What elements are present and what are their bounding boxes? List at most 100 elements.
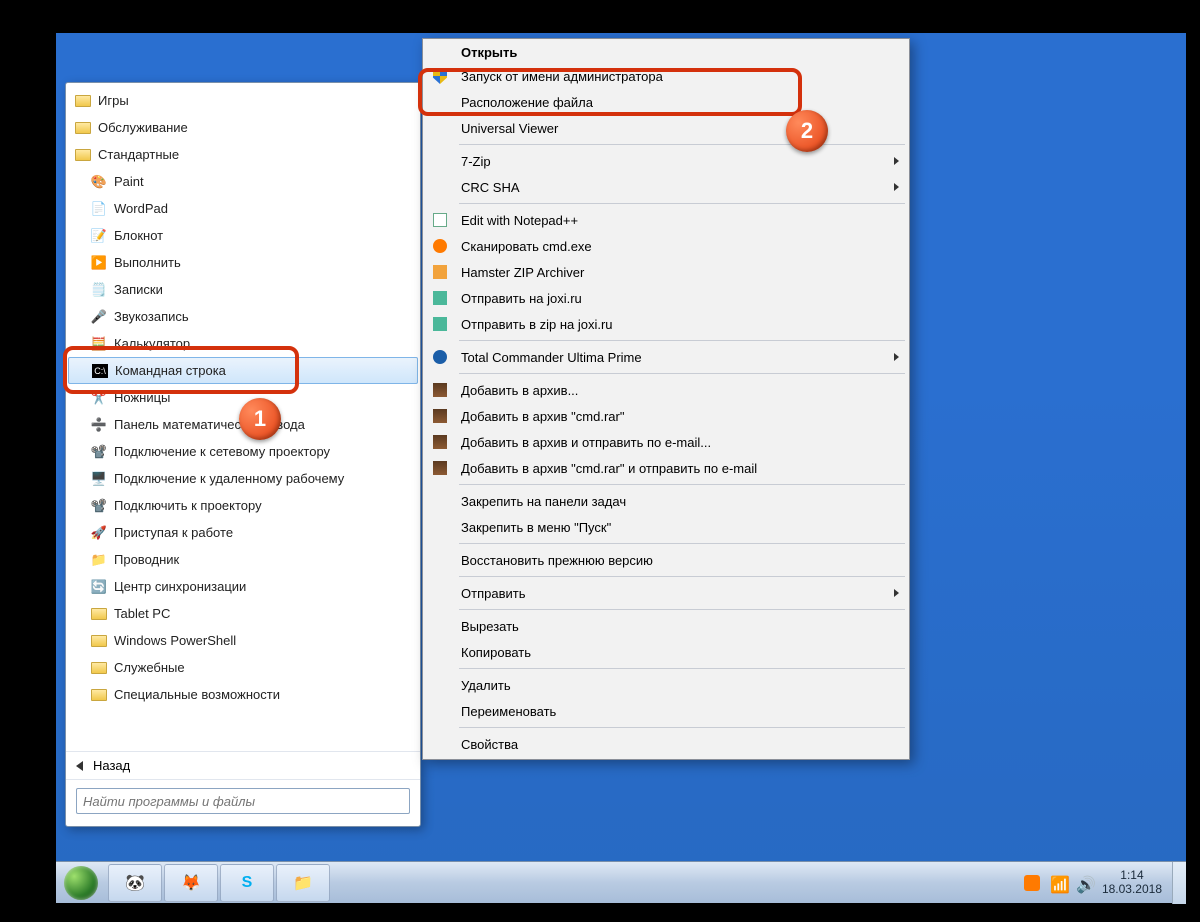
explorer-icon: 📁	[293, 873, 313, 893]
show-desktop-button[interactable]	[1172, 862, 1186, 904]
app-calculator[interactable]: 🧮Калькулятор	[68, 330, 418, 357]
tray-clock[interactable]: 1:14 18.03.2018	[1102, 869, 1162, 897]
ctx-delete[interactable]: Удалить	[425, 672, 907, 698]
app-cmd[interactable]: C:\Командная строка	[68, 357, 418, 384]
ctx-hamster[interactable]: Hamster ZIP Archiver	[425, 259, 907, 285]
back-button[interactable]: Назад	[66, 751, 420, 779]
ctx-properties[interactable]: Свойства	[425, 731, 907, 757]
ctx-pin-taskbar[interactable]: Закрепить на панели задач	[425, 488, 907, 514]
item-label: Командная строка	[115, 363, 226, 378]
folder-games[interactable]: Игры	[68, 87, 418, 114]
app-connectprojector[interactable]: 📽️Подключить к проектору	[68, 492, 418, 519]
app-wordpad[interactable]: 📄WordPad	[68, 195, 418, 222]
search-row	[66, 779, 420, 826]
ctx-joxi[interactable]: Отправить на joxi.ru	[425, 285, 907, 311]
paint-icon: 🎨	[90, 173, 108, 191]
taskbar-firefox[interactable]: 🦊	[164, 864, 218, 902]
app-stickynotes[interactable]: 🗒️Записки	[68, 276, 418, 303]
app-notepad[interactable]: 📝 Блокнот	[68, 222, 418, 249]
run-icon: ▶️	[90, 254, 108, 272]
notepad-icon: 📝	[90, 227, 108, 245]
item-label: Звукозапись	[114, 309, 189, 324]
taskbar-skype[interactable]: S	[220, 864, 274, 902]
ctx-pin-start[interactable]: Закрепить в меню "Пуск"	[425, 514, 907, 540]
ctx-separator	[459, 484, 905, 485]
ctx-label: Добавить в архив "cmd.rar" и отправить п…	[461, 461, 899, 476]
ctx-label: Edit with Notepad++	[461, 213, 899, 228]
ctx-crcsha[interactable]: CRC SHA	[425, 174, 907, 200]
item-label: Выполнить	[114, 255, 181, 270]
item-label: Блокнот	[114, 228, 163, 243]
ctx-restore-version[interactable]: Восстановить прежнюю версию	[425, 547, 907, 573]
ctx-archive-email[interactable]: Добавить в архив и отправить по e-mail..…	[425, 429, 907, 455]
folder-accessibility[interactable]: Специальные возможности	[68, 681, 418, 708]
folder-powershell[interactable]: Windows PowerShell	[68, 627, 418, 654]
skype-icon: S	[242, 874, 253, 892]
taskbar-app-1[interactable]: 🐼	[108, 864, 162, 902]
ctx-label: Расположение файла	[461, 95, 899, 110]
totalcommander-icon	[433, 350, 447, 364]
ctx-label: Total Commander Ultima Prime	[461, 350, 894, 365]
ctx-add-archive-cmd[interactable]: Добавить в архив "cmd.rar"	[425, 403, 907, 429]
ctx-7zip[interactable]: 7-Zip	[425, 148, 907, 174]
tray-volume-icon[interactable]: 🔊	[1076, 875, 1092, 891]
ctx-separator	[459, 373, 905, 374]
programs-list: Игры Обслуживание Стандартные 🎨 Paint 📄Wo…	[66, 83, 420, 751]
ctx-label: Удалить	[461, 678, 899, 693]
ctx-label: Добавить в архив...	[461, 383, 899, 398]
ctx-cut[interactable]: Вырезать	[425, 613, 907, 639]
folder-maintenance[interactable]: Обслуживание	[68, 114, 418, 141]
tray-avast-icon[interactable]	[1024, 875, 1040, 891]
folder-accessories[interactable]: Стандартные	[68, 141, 418, 168]
folder-tabletpc[interactable]: Tablet PC	[68, 600, 418, 627]
item-label: Приступая к работе	[114, 525, 233, 540]
ctx-label: Свойства	[461, 737, 899, 752]
ctx-file-location[interactable]: Расположение файла	[425, 89, 907, 115]
app-networkprojector[interactable]: 📽️Подключение к сетевому проектору	[68, 438, 418, 465]
item-label: Ножницы	[114, 390, 170, 405]
clock-time: 1:14	[1102, 869, 1162, 883]
ctx-totalcommander[interactable]: Total Commander Ultima Prime	[425, 344, 907, 370]
folder-system[interactable]: Служебные	[68, 654, 418, 681]
ctx-label: Отправить в zip на joxi.ru	[461, 317, 899, 332]
ctx-notepadpp[interactable]: Edit with Notepad++	[425, 207, 907, 233]
app-snipping[interactable]: ✂️Ножницы	[68, 384, 418, 411]
tray-network-icon[interactable]: 📶	[1050, 875, 1066, 891]
ctx-add-archive[interactable]: Добавить в архив...	[425, 377, 907, 403]
item-label: Paint	[114, 174, 144, 189]
panda-icon: 🐼	[125, 873, 145, 893]
app-paint[interactable]: 🎨 Paint	[68, 168, 418, 195]
app-run[interactable]: ▶️ Выполнить	[68, 249, 418, 276]
ctx-label: Вырезать	[461, 619, 899, 634]
shield-icon	[433, 68, 447, 84]
winrar-icon	[433, 409, 447, 423]
app-mathinput[interactable]: ➗Панель математического ввода	[68, 411, 418, 438]
ctx-open[interactable]: Открыть	[425, 41, 907, 63]
ctx-label: Hamster ZIP Archiver	[461, 265, 899, 280]
ctx-joxi-zip[interactable]: Отправить в zip на joxi.ru	[425, 311, 907, 337]
app-soundrecorder[interactable]: 🎤Звукозапись	[68, 303, 418, 330]
app-gettingstarted[interactable]: 🚀Приступая к работе	[68, 519, 418, 546]
item-label: Проводник	[114, 552, 179, 567]
app-remotedesktop[interactable]: 🖥️Подключение к удаленному рабочему	[68, 465, 418, 492]
app-explorer[interactable]: 📁Проводник	[68, 546, 418, 573]
start-button[interactable]	[56, 863, 106, 903]
ctx-label: Переименовать	[461, 704, 899, 719]
ctx-run-as-admin[interactable]: Запуск от имени администратора	[425, 63, 907, 89]
search-input[interactable]	[76, 788, 410, 814]
ctx-separator	[459, 668, 905, 669]
ctx-label: Восстановить прежнюю версию	[461, 553, 899, 568]
ctx-universal-viewer[interactable]: Universal Viewer	[425, 115, 907, 141]
ctx-send-to[interactable]: Отправить	[425, 580, 907, 606]
folder-icon	[75, 95, 91, 107]
ctx-rename[interactable]: Переименовать	[425, 698, 907, 724]
ctx-label: Закрепить на панели задач	[461, 494, 899, 509]
folder-icon	[91, 689, 107, 701]
item-label: Служебные	[114, 660, 185, 675]
taskbar-explorer[interactable]: 📁	[276, 864, 330, 902]
ctx-scan-avast[interactable]: Сканировать cmd.exe	[425, 233, 907, 259]
app-synccenter[interactable]: 🔄Центр синхронизации	[68, 573, 418, 600]
ctx-label: Закрепить в меню "Пуск"	[461, 520, 899, 535]
ctx-copy[interactable]: Копировать	[425, 639, 907, 665]
ctx-archive-cmd-email[interactable]: Добавить в архив "cmd.rar" и отправить п…	[425, 455, 907, 481]
